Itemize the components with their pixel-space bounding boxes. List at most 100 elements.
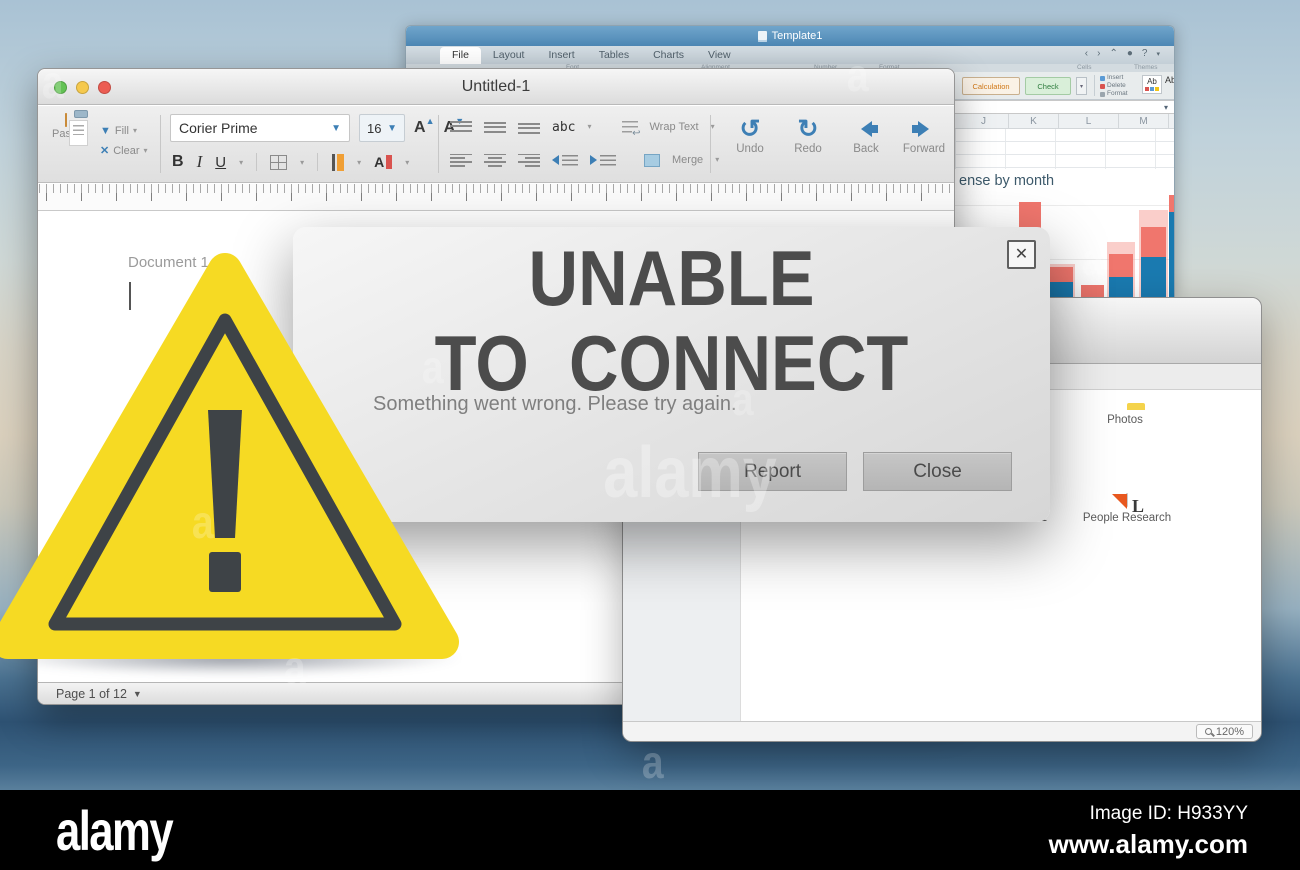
spreadsheet-tab-bar: File Layout Insert Tables Charts View ‹ …: [406, 46, 1174, 64]
tab-view[interactable]: View: [696, 47, 743, 64]
spreadsheet-title: Template1: [772, 30, 823, 42]
align-middle-icon[interactable]: [484, 121, 506, 134]
report-button[interactable]: Report: [698, 452, 847, 491]
forward-button[interactable]: Forward: [902, 116, 946, 155]
insert-cells-button[interactable]: Insert: [1100, 74, 1128, 82]
chevron-down-icon: ▼: [331, 123, 341, 134]
column-header-l[interactable]: L: [1059, 114, 1119, 129]
align-left-icon[interactable]: [450, 154, 472, 167]
tab-file[interactable]: File: [440, 47, 481, 64]
tab-tables[interactable]: Tables: [587, 47, 641, 64]
back-arrow-icon: [853, 121, 879, 137]
theme-fonts-button[interactable]: Ab: [1165, 75, 1175, 85]
zoom-control[interactable]: 120%: [1196, 724, 1253, 739]
tab-insert[interactable]: Insert: [536, 47, 586, 64]
word-toolbar: Paste ▼ Fill▾ ✕ Clear▾ Corier Prime▼ 16▼…: [38, 106, 954, 183]
undo-icon: [728, 116, 772, 142]
font-size-select[interactable]: 16▼: [359, 114, 405, 142]
themes-button[interactable]: Ab: [1142, 75, 1162, 94]
undo-button[interactable]: Undo: [728, 116, 772, 155]
cell-style-check[interactable]: Check: [1025, 77, 1071, 95]
merge-dropdown-icon[interactable]: ▾: [715, 156, 719, 164]
zoom-level: 120%: [1216, 726, 1244, 738]
page-count[interactable]: Page 1 of 12: [56, 687, 127, 701]
borders-dropdown-icon[interactable]: ▾: [300, 158, 304, 167]
underline-button[interactable]: U: [215, 154, 226, 171]
record-icon[interactable]: ●: [1127, 48, 1133, 59]
collapse-icon[interactable]: ⌃: [1109, 48, 1117, 59]
ruler[interactable]: [38, 184, 954, 211]
cell-style-calculation[interactable]: Calculation: [962, 77, 1020, 95]
chart-bar: [1141, 227, 1166, 297]
decrease-indent-icon[interactable]: [552, 154, 578, 167]
chart-bar: [1081, 285, 1104, 297]
word-titlebar[interactable]: Untitled-1: [38, 69, 954, 105]
align-center-icon[interactable]: [484, 154, 506, 167]
chart-gridline: [941, 205, 1174, 206]
nav-forward-icon[interactable]: ›: [1097, 48, 1100, 59]
font-color-dropdown-icon[interactable]: ▾: [405, 158, 409, 167]
warning-triangle-icon: [0, 240, 460, 670]
wrap-text-dropdown-icon[interactable]: ▾: [711, 123, 715, 131]
close-button[interactable]: Close: [863, 452, 1012, 491]
word-window-title: Untitled-1: [38, 78, 954, 96]
fill-icon: ▼: [100, 121, 111, 141]
chart-bar: [1049, 267, 1073, 297]
file-browser-status-bar: 120%: [623, 721, 1261, 741]
document-l-icon: L: [1126, 493, 1128, 507]
spreadsheet-titlebar[interactable]: Template1: [406, 26, 1174, 46]
dialog-close-icon[interactable]: ✕: [1007, 240, 1036, 269]
magnifier-icon: [1205, 728, 1212, 735]
increase-font-size-button[interactable]: A: [414, 119, 435, 137]
wrap-text-button[interactable]: Wrap Text: [650, 122, 699, 133]
chart-bar: [1169, 195, 1175, 297]
column-header-j[interactable]: J: [959, 114, 1009, 129]
underline-dropdown-icon[interactable]: ▾: [239, 158, 243, 167]
font-color-button[interactable]: A: [374, 154, 392, 170]
chevron-down-icon: ▼: [387, 123, 397, 134]
group-label-themes: Themes: [1134, 64, 1157, 71]
strikethrough-dropdown-icon[interactable]: ▾: [587, 123, 591, 131]
formula-dropdown-icon[interactable]: ▾: [1164, 103, 1168, 112]
file-item-people-research[interactable]: L People Research: [1079, 494, 1175, 524]
chart-bar: [1109, 254, 1133, 297]
column-header-k[interactable]: K: [1009, 114, 1059, 129]
align-bottom-icon[interactable]: [518, 121, 540, 134]
delete-cells-button[interactable]: Delete: [1100, 82, 1128, 90]
cell-styles-dropdown[interactable]: ▾: [1076, 77, 1087, 95]
font-family-select[interactable]: Corier Prime▼: [170, 114, 350, 142]
highlight-icon[interactable]: [331, 154, 344, 171]
nav-back-icon[interactable]: ‹: [1085, 48, 1088, 59]
align-right-icon[interactable]: [518, 154, 540, 167]
clear-button[interactable]: ✕ Clear▾: [100, 141, 148, 161]
strikethrough-button[interactable]: abc: [552, 121, 575, 134]
forward-arrow-icon: [911, 121, 937, 137]
format-cells-button[interactable]: Format: [1100, 90, 1128, 98]
increase-indent-icon[interactable]: [590, 154, 616, 167]
page-dropdown-icon[interactable]: ▼: [133, 689, 142, 699]
paste-button[interactable]: Paste: [52, 114, 80, 140]
italic-button[interactable]: I: [197, 152, 203, 172]
borders-icon[interactable]: [270, 155, 287, 170]
align-top-icon[interactable]: [450, 121, 472, 134]
wrap-text-icon[interactable]: [622, 121, 638, 134]
tab-charts[interactable]: Charts: [641, 47, 696, 64]
image-id-text: Image ID: H933YY: [1049, 803, 1248, 825]
redo-button[interactable]: Redo: [786, 116, 830, 155]
spreadsheet-window-controls: ‹ › ⌃ ● ? ▾: [1085, 48, 1160, 59]
alamy-logo: alamy: [56, 798, 172, 863]
bold-button[interactable]: B: [172, 153, 184, 171]
theme-colors-icon: [1143, 87, 1161, 91]
column-header-m[interactable]: M: [1119, 114, 1169, 129]
fill-button[interactable]: ▼ Fill▾: [100, 121, 148, 141]
file-item-photos[interactable]: Photos: [1077, 408, 1173, 426]
help-icon[interactable]: ?: [1142, 48, 1148, 59]
tab-layout[interactable]: Layout: [481, 47, 537, 64]
more-icon[interactable]: ▾: [1156, 50, 1160, 58]
highlight-dropdown-icon[interactable]: ▾: [357, 158, 361, 167]
merge-button[interactable]: Merge: [672, 155, 703, 166]
back-button[interactable]: Back: [844, 116, 888, 155]
clear-icon: ✕: [100, 141, 109, 161]
merge-icon[interactable]: [644, 154, 660, 167]
alamy-watermark-bar: alamy Image ID: H933YY www.alamy.com: [0, 790, 1300, 870]
